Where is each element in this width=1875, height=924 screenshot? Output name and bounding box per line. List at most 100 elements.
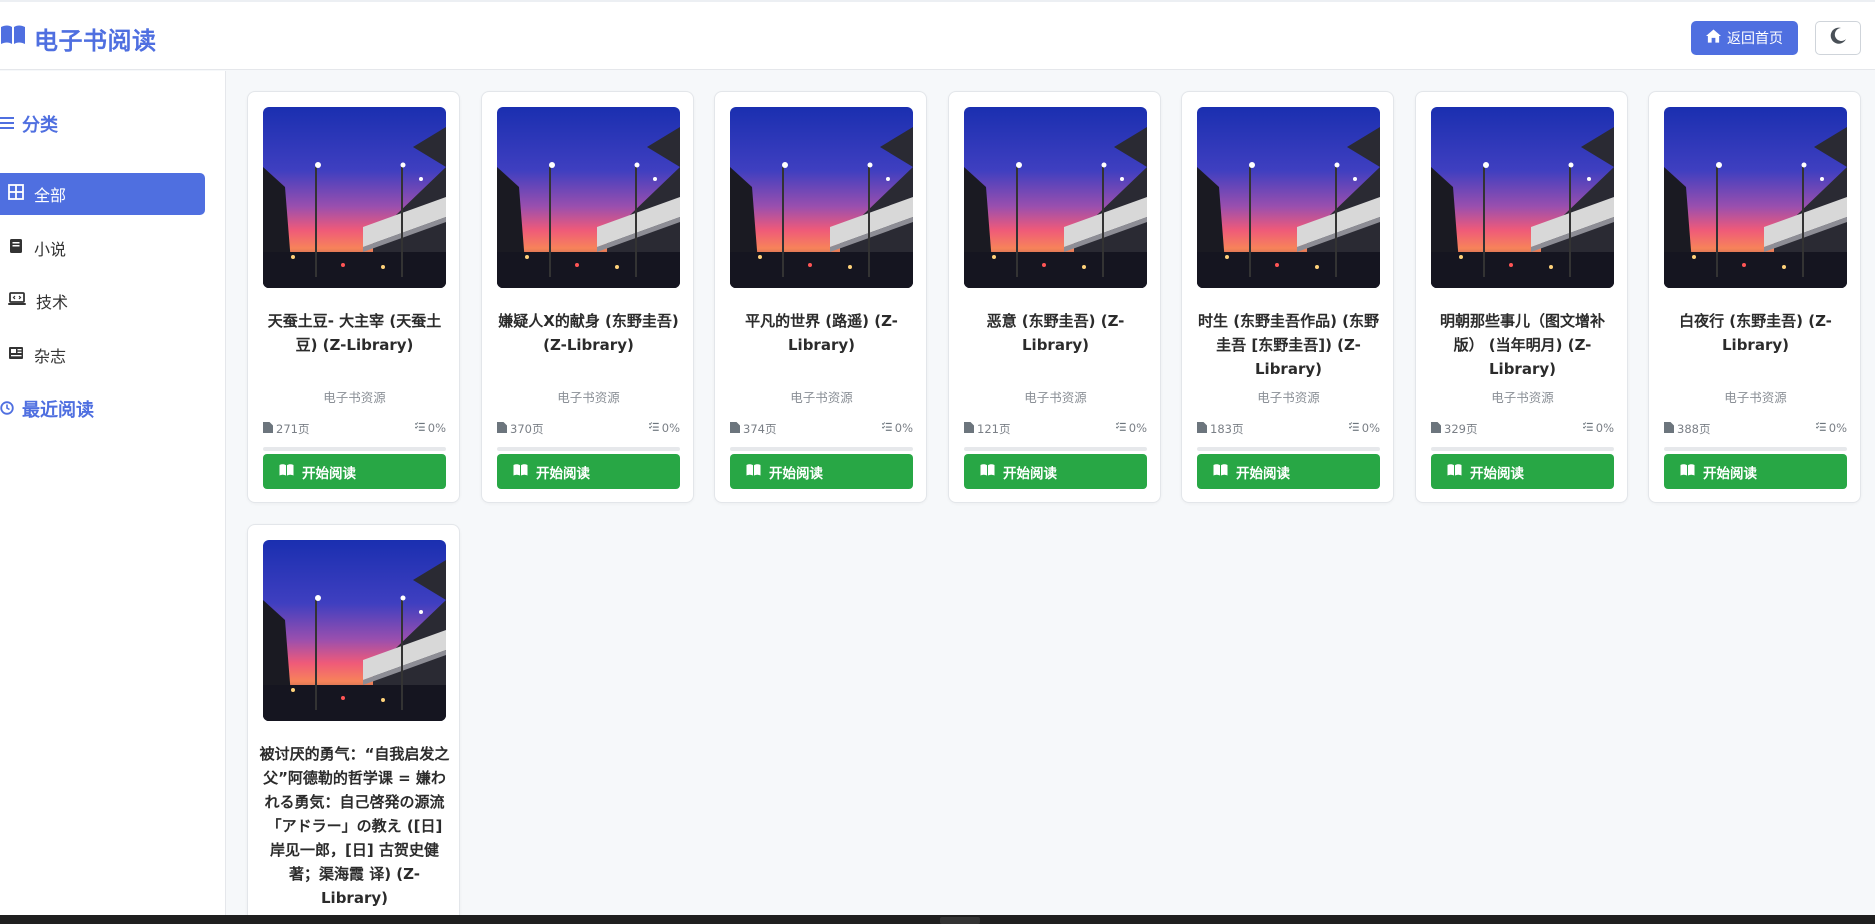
book-cover[interactable] (964, 107, 1147, 288)
file-icon (1197, 422, 1207, 436)
brand-title: 电子书阅读 (34, 26, 157, 55)
book-title[interactable]: 白夜行 (东野圭吾) (Z-Library) (1659, 309, 1852, 357)
progress-bar (1197, 447, 1380, 451)
sidebar-item-novel[interactable]: 小说 (0, 227, 205, 269)
page-count: 329页 (1431, 421, 1477, 437)
start-reading-button[interactable]: 开始阅读 (263, 454, 446, 489)
tasks-icon (648, 421, 659, 435)
sidebar-heading-label: 最近阅读 (22, 400, 94, 421)
book-open-icon (279, 463, 294, 480)
book-meta: 271页 0% (263, 421, 446, 437)
file-icon (1431, 422, 1441, 436)
sidebar-item-tech[interactable]: 技术 (0, 280, 205, 322)
file-icon (964, 422, 974, 436)
book-card: 恶意 (东野圭吾) (Z-Library) 电子书资源 121页 0% 开始阅读 (948, 91, 1161, 503)
start-reading-button[interactable]: 开始阅读 (730, 454, 913, 489)
top-header: 电子书阅读 返回首页 (0, 0, 1875, 70)
book-cover[interactable] (1664, 107, 1847, 288)
grid-icon (8, 184, 24, 204)
book-meta: 374页 0% (730, 421, 913, 437)
progress-bar (1664, 447, 1847, 451)
sidebar-heading-label: 分类 (22, 115, 58, 136)
book-source: 电子书资源 (1257, 390, 1320, 405)
book-cover[interactable] (263, 540, 446, 721)
start-reading-button[interactable]: 开始阅读 (964, 454, 1147, 489)
page-count: 271页 (263, 421, 309, 437)
book-title[interactable]: 天蚕土豆- 大主宰 (天蚕土豆) (Z-Library) (258, 309, 451, 357)
taskbar-handle (940, 917, 980, 924)
book-cover[interactable] (730, 107, 913, 288)
tasks-icon (414, 421, 425, 435)
home-button[interactable]: 返回首页 (1691, 21, 1798, 55)
sidebar-item-label: 技术 (36, 293, 69, 312)
book-open-icon (1447, 463, 1462, 480)
progress-bar (964, 447, 1147, 451)
sidebar-item-label: 小说 (34, 240, 67, 259)
book-title[interactable]: 时生 (东野圭吾作品) (东野圭吾 [东野圭吾]) (Z-Library) (1192, 309, 1385, 381)
laptop-code-icon (8, 291, 26, 311)
start-reading-button[interactable]: 开始阅读 (1197, 454, 1380, 489)
progress-bar (497, 447, 680, 451)
theme-toggle-button[interactable] (1815, 21, 1861, 55)
progress-percent: 0% (1348, 421, 1380, 435)
file-icon (263, 422, 273, 436)
progress-bar (1431, 447, 1614, 451)
sidebar-heading-recent[interactable]: 最近阅读 (0, 396, 94, 422)
start-reading-button[interactable]: 开始阅读 (497, 454, 680, 489)
sidebar: 分类 全部 小说 技术 杂志 最近阅读 (0, 71, 226, 915)
book-title[interactable]: 嫌疑人X的献身 (东野圭吾) (Z-Library) (492, 309, 685, 357)
tasks-icon (1348, 421, 1359, 435)
history-icon (0, 399, 14, 420)
book-card: 明朝那些事儿（图文增补版） (当年明月) (Z-Library) 电子书资源 3… (1415, 91, 1628, 503)
page-count: 388页 (1664, 421, 1710, 437)
sidebar-item-label: 杂志 (34, 347, 67, 366)
book-source: 电子书资源 (1724, 390, 1787, 405)
home-icon (1706, 29, 1721, 47)
book-open-icon (513, 463, 528, 480)
book-card: 天蚕土豆- 大主宰 (天蚕土豆) (Z-Library) 电子书资源 271页 … (247, 91, 460, 503)
book-card: 平凡的世界 (路遥) (Z-Library) 电子书资源 374页 0% 开始阅… (714, 91, 927, 503)
progress-bar (730, 447, 913, 451)
tasks-icon (1815, 421, 1826, 435)
book-title[interactable]: 被讨厌的勇气：“自我启发之父”阿德勒的哲学课 = 嫌われる勇気：自己啓発の源流「… (258, 742, 451, 910)
start-reading-button[interactable]: 开始阅读 (1664, 454, 1847, 489)
book-card: 白夜行 (东野圭吾) (Z-Library) 电子书资源 388页 0% 开始阅… (1648, 91, 1861, 503)
book-cover[interactable] (497, 107, 680, 288)
newspaper-icon (8, 345, 24, 365)
book-title[interactable]: 明朝那些事儿（图文增补版） (当年明月) (Z-Library) (1426, 309, 1619, 381)
book-title[interactable]: 恶意 (东野圭吾) (Z-Library) (959, 309, 1152, 357)
book-cover[interactable] (1197, 107, 1380, 288)
progress-percent: 0% (648, 421, 680, 435)
book-open-icon (1680, 463, 1695, 480)
brand[interactable]: 电子书阅读 (0, 21, 157, 55)
book-source: 电子书资源 (323, 390, 386, 405)
tasks-icon (1115, 421, 1126, 435)
progress-percent: 0% (414, 421, 446, 435)
book-card: 嫌疑人X的献身 (东野圭吾) (Z-Library) 电子书资源 370页 0%… (481, 91, 694, 503)
progress-bar (263, 447, 446, 451)
book-meta: 370页 0% (497, 421, 680, 437)
page-count: 370页 (497, 421, 543, 437)
start-reading-button[interactable]: 开始阅读 (1431, 454, 1614, 489)
ebook-reader-page: 电子书阅读 返回首页 分类 全部 小说 技术 杂志 最近阅读 天蚕土豆- 大主宰… (0, 0, 1875, 924)
sidebar-item-magazine[interactable]: 杂志 (0, 334, 205, 376)
list-icon (0, 114, 14, 135)
book-source: 电子书资源 (790, 390, 853, 405)
book-cover[interactable] (1431, 107, 1614, 288)
progress-percent: 0% (1815, 421, 1847, 435)
book-source: 电子书资源 (1024, 390, 1087, 405)
book-card: 时生 (东野圭吾作品) (东野圭吾 [东野圭吾]) (Z-Library) 电子… (1181, 91, 1394, 503)
file-icon (497, 422, 507, 436)
sidebar-item-label: 全部 (34, 186, 67, 205)
book-open-icon (980, 463, 995, 480)
taskbar (0, 915, 1875, 924)
page-count: 183页 (1197, 421, 1243, 437)
sidebar-item-all[interactable]: 全部 (0, 173, 205, 215)
progress-percent: 0% (1115, 421, 1147, 435)
tasks-icon (1582, 421, 1593, 435)
book-cover[interactable] (263, 107, 446, 288)
file-icon (730, 422, 740, 436)
book-title[interactable]: 平凡的世界 (路遥) (Z-Library) (725, 309, 918, 357)
book-meta: 121页 0% (964, 421, 1147, 437)
sidebar-heading-category: 分类 (0, 111, 58, 137)
